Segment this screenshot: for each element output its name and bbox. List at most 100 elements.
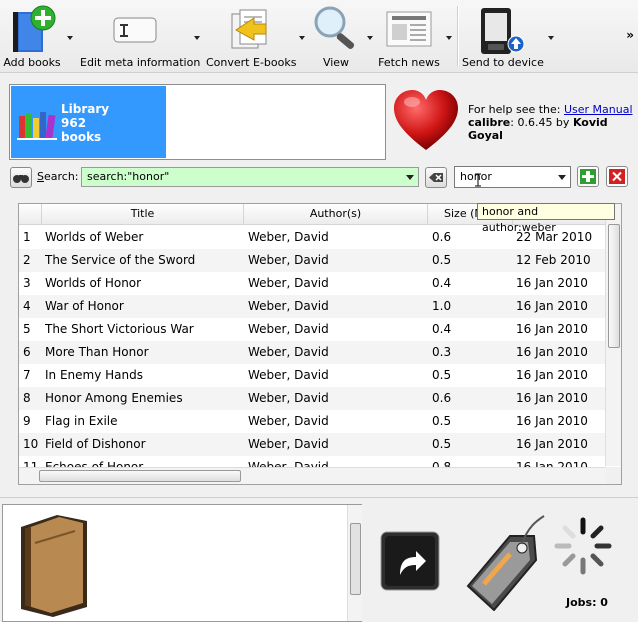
edit-metadata-dropdown-arrow[interactable] — [194, 36, 200, 40]
donate-heart-icon[interactable] — [392, 88, 460, 154]
cell-title: Honor Among Enemies — [45, 391, 183, 405]
table-horizontal-scrollbar[interactable] — [19, 467, 606, 484]
cell-row-number: 10 — [23, 437, 39, 451]
table-row[interactable]: 5 The Short Victorious War Weber, David 0.4… — [19, 318, 605, 341]
saved-search-dropdown[interactable] — [558, 175, 566, 180]
cell-row-number: 1 — [23, 230, 31, 244]
cell-author: Weber, David — [248, 368, 329, 382]
search-tooltip: honor and author:weber — [477, 203, 615, 234]
send-to-device-button[interactable]: Send to device — [462, 2, 544, 70]
column-header-authors[interactable]: Author(s) — [244, 204, 428, 224]
search-history-dropdown[interactable] — [406, 175, 414, 180]
view-magnifier-icon — [314, 6, 355, 49]
cover-scrollbar[interactable] — [347, 505, 362, 621]
library-unit: books — [61, 130, 102, 144]
delete-search-button[interactable] — [606, 166, 628, 187]
main-toolbar: Add books Edit meta information Convert … — [0, 0, 638, 73]
cell-author: Weber, David — [248, 437, 329, 451]
convert-icon — [231, 9, 267, 49]
table-row[interactable]: 2 The Service of the Sword Weber, David 0.5… — [19, 249, 605, 272]
table-horizontal-scroll-thumb[interactable] — [39, 470, 241, 482]
library-title: Library — [61, 102, 110, 116]
cell-size: 0.6 — [432, 391, 452, 405]
convert-dropdown-arrow[interactable] — [299, 36, 305, 40]
search-bar: Search: search:"honor" honor — [0, 164, 638, 190]
help-prefix: For help see the: — [468, 103, 564, 116]
add-books-dropdown-arrow[interactable] — [67, 36, 73, 40]
plus-icon — [580, 169, 596, 184]
fetch-news-button[interactable]: Fetch news — [378, 2, 440, 70]
cell-title: In Enemy Hands — [45, 368, 143, 382]
cell-author: Weber, David — [248, 345, 329, 359]
view-dropdown-arrow[interactable] — [367, 36, 373, 40]
save-search-button[interactable] — [577, 166, 599, 187]
library-count: 962 — [61, 116, 87, 130]
table-row[interactable]: 4 War of Honor Weber, David 1.0 16 Jan 2010 — [19, 295, 605, 318]
cell-title: The Short Victorious War — [45, 322, 194, 336]
search-input[interactable]: search:"honor" — [81, 167, 419, 187]
cell-title: Worlds of Honor — [45, 276, 142, 290]
cell-title: War of Honor — [45, 299, 124, 313]
book-table: Title Author(s) Size (M 1 Worlds of Weber… — [18, 203, 622, 485]
cell-date: 16 Jan 2010 — [516, 437, 588, 451]
table-row[interactable]: 9 Flag in Exile Weber, David 0.5 16 Jan 2010 — [19, 410, 605, 433]
location-view: Library 962 books — [9, 84, 386, 160]
cell-title: Flag in Exile — [45, 414, 118, 428]
toolbar-overflow-button[interactable]: » — [626, 28, 634, 42]
cover-scroll-thumb[interactable] — [350, 523, 361, 595]
table-row[interactable]: 8 Honor Among Enemies Weber, David 0.6 16 Ja… — [19, 387, 605, 410]
toolbar-separator — [457, 6, 459, 66]
cell-author: Weber, David — [248, 391, 329, 405]
table-row[interactable]: 7 In Enemy Hands Weber, David 0.5 16 Jan 201… — [19, 364, 605, 387]
library-location[interactable]: Library 962 books — [11, 86, 166, 158]
tag-editor-button[interactable] — [458, 506, 548, 612]
cell-title: More Than Honor — [45, 345, 149, 359]
edit-metadata-button[interactable]: Edit meta information — [80, 2, 201, 70]
cell-row-number: 4 — [23, 299, 31, 313]
jobs-count[interactable]: Jobs: 0 — [566, 596, 608, 609]
app-version: : 0.6.45 by — [510, 116, 573, 129]
saved-search-input[interactable]: honor — [454, 166, 571, 188]
text-cursor-icon — [475, 173, 481, 187]
cell-date: 16 Jan 2010 — [516, 299, 588, 313]
add-books-button[interactable]: Add books — [0, 2, 64, 70]
cell-row-number: 9 — [23, 414, 31, 428]
search-label: Search: — [37, 170, 79, 183]
news-icon — [386, 11, 432, 47]
view-button[interactable]: View — [306, 2, 366, 70]
column-header-title[interactable]: Title — [42, 204, 244, 224]
table-row[interactable]: 3 Worlds of Honor Weber, David 0.4 16 Jan 20… — [19, 272, 605, 295]
fetch-news-dropdown-arrow[interactable] — [446, 36, 452, 40]
cell-date: 16 Jan 2010 — [516, 345, 588, 359]
cell-title: The Service of the Sword — [45, 253, 196, 267]
table-vertical-scrollbar[interactable] — [605, 204, 621, 466]
edit-metadata-label: Edit meta information — [80, 56, 201, 69]
advanced-search-button[interactable] — [10, 167, 32, 188]
shortcut-arrow-icon — [380, 531, 440, 591]
cell-row-number: 3 — [23, 276, 31, 290]
help-info: For help see the: User Manual calibre: 0… — [468, 103, 638, 142]
table-row[interactable]: 10 Field of Dishonor Weber, David 0.5 16 Jan… — [19, 433, 605, 456]
send-to-device-dropdown-arrow[interactable] — [548, 36, 554, 40]
table-vertical-scroll-thumb[interactable] — [608, 224, 620, 348]
library-text: Library 962 books — [61, 102, 109, 144]
convert-ebooks-button[interactable]: Convert E-books — [206, 2, 296, 70]
open-book-button[interactable] — [380, 531, 440, 591]
tag-icon — [466, 515, 545, 612]
send-to-device-label: Send to device — [462, 56, 544, 69]
edit-metadata-icon — [113, 17, 157, 43]
close-icon — [609, 169, 625, 184]
cell-author: Weber, David — [248, 299, 329, 313]
view-label: View — [322, 56, 350, 69]
bottom-separator — [0, 497, 638, 498]
cell-date: 16 Jan 2010 — [516, 391, 588, 405]
table-row[interactable]: 6 More Than Honor Weber, David 0.3 16 Jan 20… — [19, 341, 605, 364]
jobs-spinner[interactable] — [550, 512, 616, 592]
cell-date: 12 Feb 2010 — [516, 253, 591, 267]
cell-date: 16 Jan 2010 — [516, 368, 588, 382]
clear-search-button[interactable] — [425, 167, 447, 188]
search-input-value: search:"honor" — [87, 170, 170, 183]
clear-icon — [429, 173, 443, 182]
user-manual-link[interactable]: User Manual — [564, 103, 633, 116]
cell-author: Weber, David — [248, 230, 329, 244]
